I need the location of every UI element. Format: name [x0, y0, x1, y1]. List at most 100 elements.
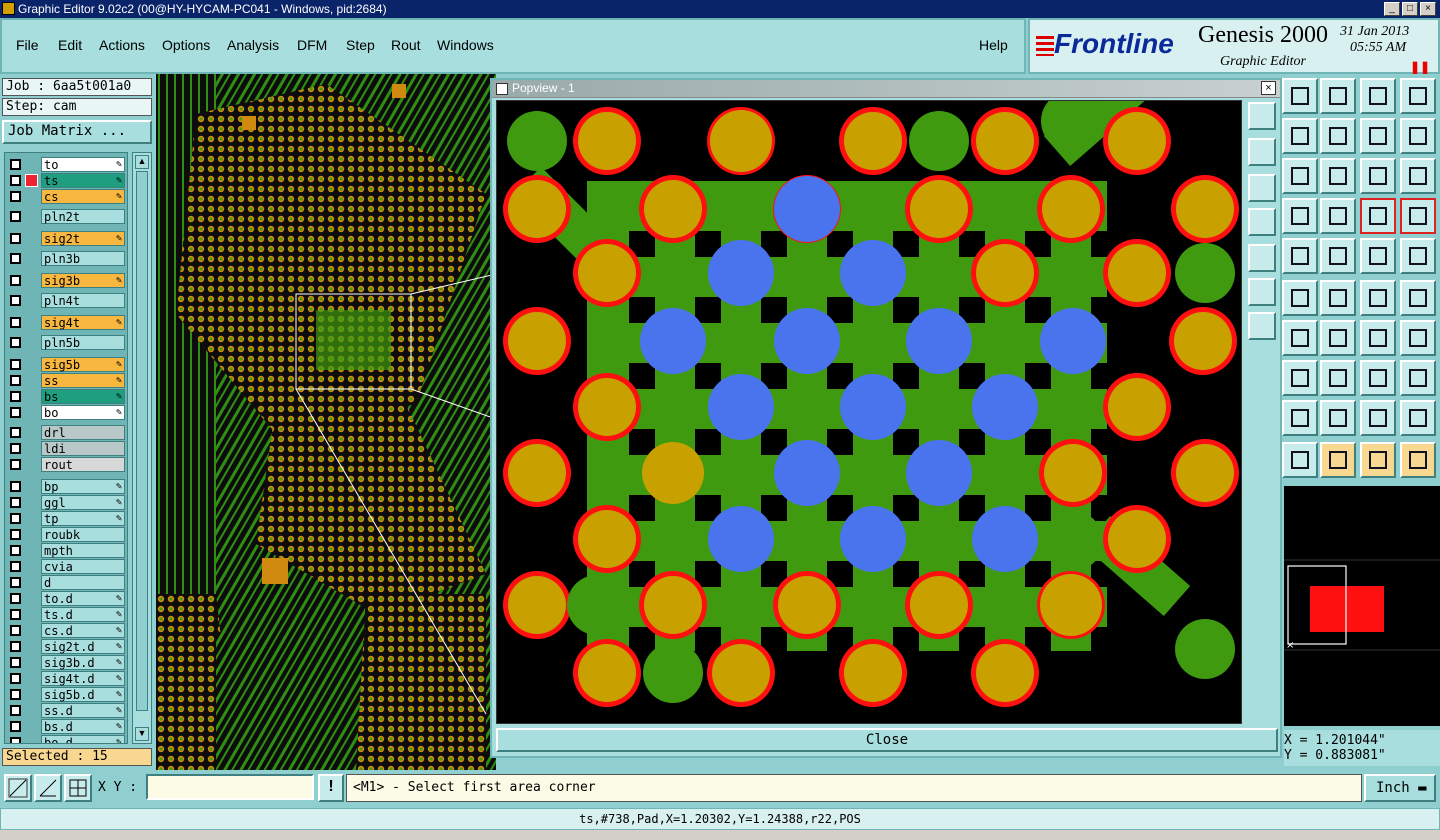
- triangle-alt-icon[interactable]: [1320, 400, 1356, 436]
- layer-checkbox[interactable]: [10, 689, 21, 700]
- layer-name[interactable]: sig2t ✎: [41, 231, 125, 246]
- dimension-icon[interactable]: [1360, 360, 1396, 396]
- layer-row[interactable]: drl: [7, 425, 127, 440]
- open-job-icon[interactable]: [1282, 78, 1318, 114]
- save-icon[interactable]: [1320, 78, 1356, 114]
- layer-checkbox[interactable]: [10, 657, 21, 668]
- layer-checkbox[interactable]: [10, 513, 21, 524]
- layer-name[interactable]: bs.d ✎: [41, 719, 125, 734]
- layer-row[interactable]: sig5b.d ✎: [7, 687, 127, 702]
- minimap[interactable]: ×: [1284, 486, 1440, 726]
- layer-name[interactable]: sig2t.d ✎: [41, 639, 125, 654]
- layer-checkbox[interactable]: [10, 175, 21, 186]
- close-window-button[interactable]: ×: [1420, 2, 1436, 16]
- layer-row[interactable]: pln4t: [7, 293, 127, 308]
- select-icon[interactable]: [1320, 442, 1356, 478]
- units-select[interactable]: Inch ▬: [1364, 774, 1436, 802]
- minimize-button[interactable]: _: [1384, 2, 1400, 16]
- layer-row[interactable]: ggl ✎: [7, 495, 127, 510]
- layer-row[interactable]: d: [7, 575, 127, 590]
- layer-checkbox[interactable]: [10, 641, 21, 652]
- layer-checkbox[interactable]: [10, 593, 21, 604]
- layer-row[interactable]: ss.d ✎: [7, 703, 127, 718]
- layer-row[interactable]: rout: [7, 457, 127, 472]
- grid-icon[interactable]: [1320, 198, 1356, 234]
- layer-name[interactable]: tp ✎: [41, 511, 125, 526]
- layer-row[interactable]: cs.d ✎: [7, 623, 127, 638]
- menu-windows[interactable]: Windows: [437, 37, 494, 53]
- popview-canvas[interactable]: [496, 100, 1242, 724]
- layer-name[interactable]: sig5b ✎: [41, 357, 125, 372]
- layer-checkbox[interactable]: [10, 337, 21, 348]
- layer-name[interactable]: ldi: [41, 441, 125, 456]
- close-icon[interactable]: ×: [1261, 81, 1276, 95]
- layer-row[interactable]: bs ✎: [7, 389, 127, 404]
- center-icon[interactable]: [1320, 158, 1356, 194]
- layer-name[interactable]: cvia: [41, 559, 125, 574]
- snap-icon[interactable]: [4, 774, 32, 802]
- layer-name[interactable]: sig4t ✎: [41, 315, 125, 330]
- layer-checkbox[interactable]: [10, 443, 21, 454]
- layer-checkbox[interactable]: [10, 159, 21, 170]
- layer-row[interactable]: cvia: [7, 559, 127, 574]
- layer-name[interactable]: pln5b: [41, 335, 125, 350]
- layer-checkbox[interactable]: [10, 737, 21, 743]
- layer-name[interactable]: ss ✎: [41, 373, 125, 388]
- layer-row[interactable]: ldi: [7, 441, 127, 456]
- layer-name[interactable]: pln4t: [41, 293, 125, 308]
- pan-up-icon[interactable]: [1248, 138, 1276, 166]
- route-icon[interactable]: [1400, 442, 1436, 478]
- help-icon[interactable]: [1400, 158, 1436, 194]
- layer-row[interactable]: bo.d ✎: [7, 735, 127, 743]
- ruler-icon[interactable]: [1282, 198, 1318, 234]
- layer-name[interactable]: pln2t: [41, 209, 125, 224]
- layer-name[interactable]: pln3b: [41, 251, 125, 266]
- arc-icon[interactable]: [1360, 320, 1396, 356]
- layer-row[interactable]: roubk: [7, 527, 127, 542]
- zoom-out-icon[interactable]: [1248, 312, 1276, 340]
- layer-checkbox[interactable]: [10, 295, 21, 306]
- layer-checkbox[interactable]: [10, 705, 21, 716]
- layer-checkbox[interactable]: [10, 481, 21, 492]
- popview-titlebar[interactable]: Popview - 1 ×: [492, 80, 1280, 98]
- ratio-icon[interactable]: [1360, 158, 1396, 194]
- layer-row[interactable]: sig3b.d ✎: [7, 655, 127, 670]
- move-icon[interactable]: [1282, 238, 1318, 274]
- layer-checkbox[interactable]: [10, 625, 21, 636]
- select-alt-icon[interactable]: [1360, 442, 1396, 478]
- pan-down-icon[interactable]: [1248, 174, 1276, 202]
- arc-point-icon[interactable]: [1400, 280, 1436, 316]
- layer-checkbox[interactable]: [10, 407, 21, 418]
- traffic-light-alt-icon[interactable]: [1400, 198, 1436, 234]
- popview-close-button[interactable]: Close: [496, 728, 1278, 752]
- layer-name[interactable]: sig3b ✎: [41, 273, 125, 288]
- layer-scrollbar[interactable]: ▲ ▼: [132, 152, 152, 744]
- layer-checkbox[interactable]: [10, 191, 21, 202]
- layer-row[interactable]: sig3b ✎: [7, 273, 127, 288]
- layer-row[interactable]: bp ✎: [7, 479, 127, 494]
- job-matrix-button[interactable]: Job Matrix ...: [2, 120, 152, 144]
- snap-in-icon[interactable]: [1282, 118, 1318, 154]
- pause-icon[interactable]: ❚❚: [1410, 60, 1430, 74]
- layer-row[interactable]: sig5b ✎: [7, 357, 127, 372]
- layer-checkbox[interactable]: [10, 673, 21, 684]
- traffic-light-icon[interactable]: [1360, 198, 1396, 234]
- layer-row[interactable]: sig2t ✎: [7, 231, 127, 246]
- menu-step[interactable]: Step: [346, 37, 375, 53]
- layer-name[interactable]: ts.d ✎: [41, 607, 125, 622]
- angle-icon[interactable]: [1282, 320, 1318, 356]
- snap-out-icon[interactable]: [1320, 118, 1356, 154]
- xy-input[interactable]: [146, 774, 314, 800]
- menu-dfm[interactable]: DFM: [297, 37, 327, 53]
- line-point-icon[interactable]: [1360, 280, 1396, 316]
- pcb-canvas[interactable]: [156, 74, 496, 770]
- layer-name[interactable]: sig4t.d ✎: [41, 671, 125, 686]
- layer-row[interactable]: sig2t.d ✎: [7, 639, 127, 654]
- layer-name[interactable]: sig3b.d ✎: [41, 655, 125, 670]
- layer-checkbox[interactable]: [10, 233, 21, 244]
- swap-icon[interactable]: [1400, 118, 1436, 154]
- layer-checkbox[interactable]: [10, 497, 21, 508]
- bar-icon[interactable]: [1320, 360, 1356, 396]
- layer-name[interactable]: rout: [41, 457, 125, 472]
- box-select-icon[interactable]: [1400, 238, 1436, 274]
